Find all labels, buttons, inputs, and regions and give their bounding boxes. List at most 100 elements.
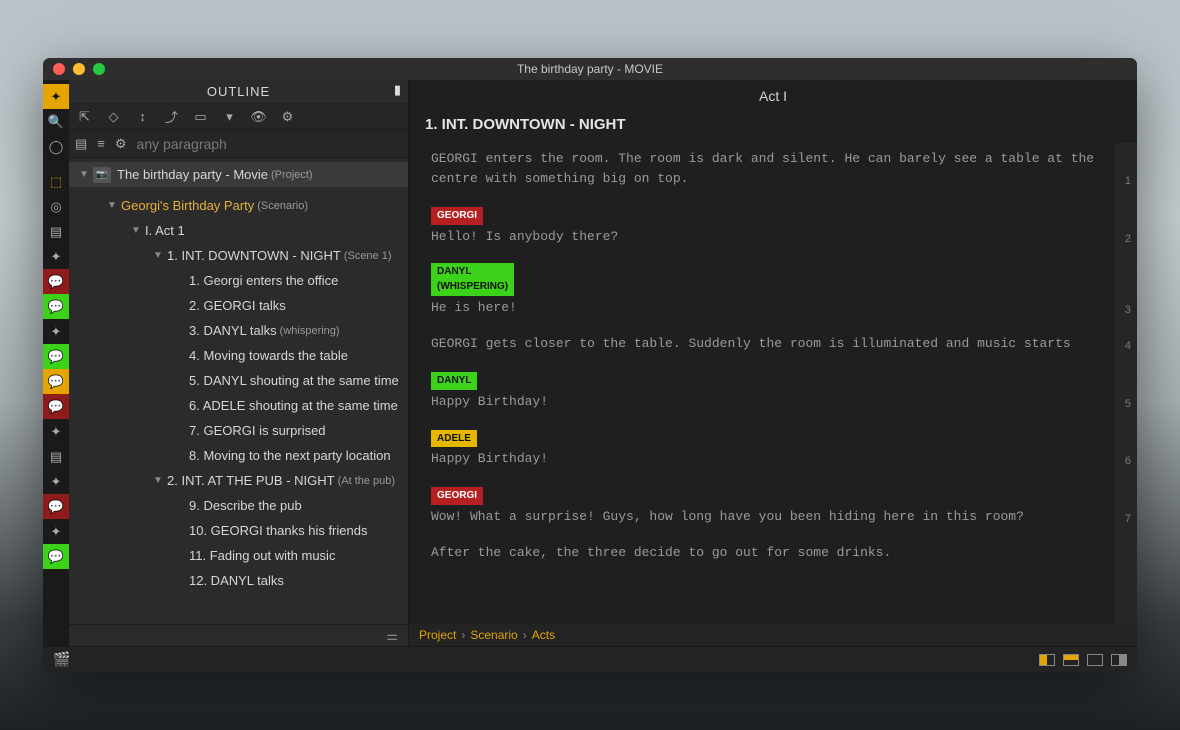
scene-node[interactable]: ▼1. INT. DOWNTOWN - NIGHT(Scene 1) (69, 243, 408, 268)
action-block: After the cake, the three decide to go o… (431, 543, 1107, 563)
dialog-orange-icon[interactable]: 💬 (43, 369, 69, 394)
outline-toolbar: ⇱ ◇ ↕ ⤴ ▭ ▾ 👁 ⚙ (69, 104, 408, 130)
parenthetical: (WHISPERING) (437, 279, 508, 295)
dialog-block: DANYL(WHISPERING)He is here! (431, 263, 1107, 318)
search-row: ▤ ≡ ⚙ (69, 130, 408, 158)
character-tag: GEORGI (431, 487, 483, 505)
tree-icon[interactable]: ⇱ (77, 109, 92, 124)
dialog-red-icon[interactable]: 💬 (43, 269, 69, 294)
bookmark-icon[interactable]: ▮ (394, 82, 402, 98)
character-tag: DANYL(WHISPERING) (431, 263, 514, 296)
dialog-green-3-icon[interactable]: 💬 (43, 544, 69, 569)
action-block: GEORGI enters the room. The room is dark… (431, 149, 1107, 189)
sliders-icon[interactable]: ⚌ (386, 628, 398, 644)
panel-icon[interactable]: ▭ (193, 109, 208, 124)
breadcrumb-scenario[interactable]: Scenario (470, 628, 517, 642)
minimize-window-button[interactable] (73, 63, 85, 75)
outline-item-suffix: (whispering) (280, 325, 340, 337)
location-icon[interactable]: ◎ (43, 194, 69, 219)
dialog-green-2-icon[interactable]: 💬 (43, 344, 69, 369)
share-icon[interactable]: ⤴ (164, 109, 179, 124)
search-input[interactable] (137, 136, 402, 152)
layout-right-button[interactable] (1111, 654, 1127, 666)
gear-icon[interactable]: ⚙ (115, 136, 127, 152)
cube-icon[interactable]: ⬚ (43, 169, 69, 194)
outline-item-label: 11. Fading out with music (189, 548, 335, 563)
chevron-down-icon: ▼ (107, 200, 119, 211)
clapper-icon[interactable]: ▤ (43, 219, 69, 244)
window-title: The birthday party - MOVIE (43, 62, 1137, 76)
scenario-node[interactable]: ▼ Georgi's Birthday Party (Scenario) (69, 193, 408, 218)
maximize-window-button[interactable] (93, 63, 105, 75)
list-icon[interactable]: ▤ (75, 136, 87, 152)
project-node[interactable]: ▼ 📷 The birthday party - Movie (Project) (69, 162, 408, 187)
dialog-text: Hello! Is anybody there? (431, 227, 1107, 247)
eye-icon[interactable]: 👁 (251, 109, 266, 124)
outline-item-label: 10. GEORGI thanks his friends (189, 523, 367, 538)
lines-icon[interactable]: ≡ (97, 136, 105, 151)
person-run-icon[interactable]: ✦ (43, 244, 69, 269)
outline-tree: ▼ 📷 The birthday party - Movie (Project)… (69, 158, 408, 624)
dialog-block: GEORGIHello! Is anybody there? (431, 205, 1107, 247)
outline-item[interactable]: 9. Describe the pub (69, 493, 408, 518)
dialog-text: Happy Birthday! (431, 449, 1107, 469)
outline-item[interactable]: 8. Moving to the next party location (69, 443, 408, 468)
icon-rail: ✦ 🔍 ◯ ⬚ ◎ ▤ ✦ 💬 💬 ✦ 💬 💬 💬 ✦ ▤ ✦ 💬 ✦ 💬 (43, 80, 69, 646)
outline-header: OUTLINE ▮ (69, 80, 408, 104)
script-body[interactable]: 1234567 GEORGI enters the room. The room… (409, 143, 1137, 624)
character-tag: DANYL (431, 372, 477, 390)
layout-left-button[interactable] (1039, 654, 1055, 666)
dialog-text: Wow! What a surprise! Guys, how long hav… (431, 507, 1107, 527)
run-icon[interactable]: ✦ (43, 84, 69, 109)
act-header-label: Act I (759, 88, 787, 104)
line-number: 2 (1125, 231, 1131, 248)
person-run-2-icon[interactable]: ✦ (43, 319, 69, 344)
search-icon[interactable]: 🔍 (43, 109, 69, 134)
outline-item-label: 6. ADELE shouting at the same time (189, 398, 398, 413)
outline-item[interactable]: 11. Fading out with music (69, 543, 408, 568)
breadcrumb-acts[interactable]: Acts (532, 628, 555, 642)
book-icon[interactable]: ◇ (106, 109, 121, 124)
act-node[interactable]: ▼ I. Act 1 (69, 218, 408, 243)
character-tag: ADELE (431, 430, 477, 448)
action-text: GEORGI gets closer to the table. Suddenl… (431, 336, 1071, 351)
close-window-button[interactable] (53, 63, 65, 75)
clapper-footer-icon[interactable]: 🎬 (53, 651, 70, 668)
line-number: 3 (1125, 302, 1131, 319)
person-run-5-icon[interactable]: ✦ (43, 519, 69, 544)
clapper-2-icon[interactable]: ▤ (43, 444, 69, 469)
outline-item[interactable]: 6. ADELE shouting at the same time (69, 393, 408, 418)
outline-item[interactable]: 4. Moving towards the table (69, 343, 408, 368)
breadcrumb-project[interactable]: Project (419, 628, 456, 642)
scene-suffix: (Scene 1) (344, 250, 392, 262)
circle-icon[interactable]: ◯ (43, 134, 69, 159)
outline-item[interactable]: 7. GEORGI is surprised (69, 418, 408, 443)
outline-item[interactable]: 5. DANYL shouting at the same time (69, 368, 408, 393)
person-run-3-icon[interactable]: ✦ (43, 419, 69, 444)
outline-item[interactable]: 2. GEORGI talks (69, 293, 408, 318)
outline-item[interactable]: 12. DANYL talks (69, 568, 408, 593)
outline-item[interactable]: 10. GEORGI thanks his friends (69, 518, 408, 543)
caret-icon[interactable]: ▾ (222, 109, 237, 124)
line-number: 4 (1125, 338, 1131, 355)
scene-node[interactable]: ▼2. INT. AT THE PUB - NIGHT(At the pub) (69, 468, 408, 493)
breadcrumb: Project › Scenario › Acts (409, 624, 1137, 646)
layout-top-button[interactable] (1063, 654, 1079, 666)
scene-heading-label: 1. INT. DOWNTOWN - NIGHT (167, 248, 341, 263)
dialog-red-3-icon[interactable]: 💬 (43, 494, 69, 519)
outline-item-label: 1. Georgi enters the office (189, 273, 338, 288)
person-run-4-icon[interactable]: ✦ (43, 469, 69, 494)
bottom-bar: 🎬 (43, 646, 1137, 672)
outline-item[interactable]: 1. Georgi enters the office (69, 268, 408, 293)
layout-full-button[interactable] (1087, 654, 1103, 666)
action-block: GEORGI gets closer to the table. Suddenl… (431, 334, 1107, 354)
dialog-green-icon[interactable]: 💬 (43, 294, 69, 319)
action-text: After the cake, the three decide to go o… (431, 545, 891, 560)
outline-item[interactable]: 3. DANYL talks(whispering) (69, 318, 408, 343)
chevron-down-icon: ▼ (131, 225, 143, 236)
dialog-text: He is here! (431, 298, 1107, 318)
arrows-icon[interactable]: ↕ (135, 109, 150, 124)
chevron-down-icon: ▼ (153, 475, 165, 486)
settings-gear-icon[interactable]: ⚙ (280, 109, 295, 124)
dialog-red-2-icon[interactable]: 💬 (43, 394, 69, 419)
